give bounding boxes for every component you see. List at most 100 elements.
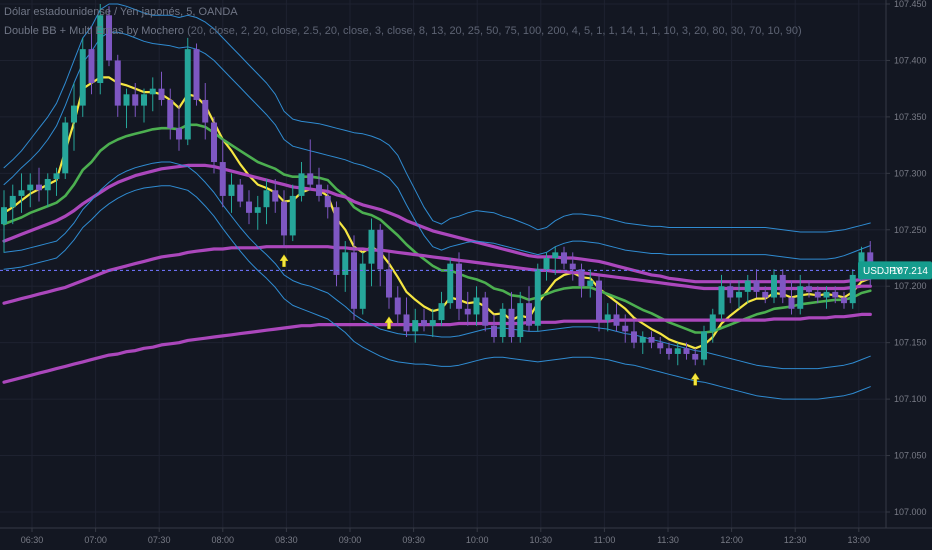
candle-body: [648, 337, 655, 343]
candle-body: [569, 263, 576, 270]
candle-body: [639, 337, 646, 343]
y-tick-label: 107.250: [894, 225, 927, 235]
candle-body: [613, 314, 620, 326]
x-tick-label: 09:00: [339, 535, 362, 545]
candle-body: [552, 252, 559, 258]
y-tick-label: 107.000: [894, 507, 927, 517]
candle-body: [289, 195, 296, 236]
candle-body: [841, 297, 847, 304]
candle-body: [526, 303, 532, 326]
candle-body: [377, 229, 384, 270]
candle-body: [403, 314, 410, 332]
candle-body: [499, 308, 506, 338]
candle-body: [438, 303, 445, 321]
candle-body: [79, 49, 86, 106]
candle-body: [429, 320, 436, 326]
candle-body: [788, 297, 795, 309]
candle-body: [508, 308, 515, 338]
x-tick-label: 08:00: [212, 535, 235, 545]
candle-body: [683, 348, 690, 354]
candle-body: [421, 320, 427, 326]
candle-body: [237, 184, 244, 202]
candle-body: [123, 94, 130, 106]
candle-body: [561, 252, 567, 264]
indicator-params: (20, close, 2, 20, close, 2.5, 20, close…: [187, 25, 802, 37]
price-tag-value: 107.214: [892, 266, 929, 277]
candle-body: [254, 207, 261, 213]
candle-body: [18, 190, 25, 196]
candle-body: [473, 297, 480, 315]
candle-body: [814, 291, 821, 298]
candle-body: [298, 173, 305, 196]
candle-body: [464, 308, 471, 315]
candle-body: [744, 280, 751, 292]
candle-body: [53, 173, 60, 179]
candle-body: [701, 331, 707, 360]
candle-body: [604, 314, 611, 321]
candle-body: [202, 99, 209, 123]
indicator-legend[interactable]: Double BB + Multi Emas by Mochero (20, c…: [4, 22, 802, 41]
candle-body: [657, 342, 664, 349]
x-tick-label: 12:30: [784, 535, 807, 545]
candle-body: [534, 269, 541, 326]
y-tick-label: 107.050: [894, 451, 927, 461]
candle-body: [158, 88, 165, 100]
candle-body: [543, 258, 550, 270]
candle-body: [412, 320, 419, 332]
candle-body: [307, 173, 314, 185]
x-tick-label: 09:30: [402, 535, 425, 545]
x-tick-label: 10:00: [466, 535, 489, 545]
candle-body: [849, 274, 856, 304]
candle-body: [394, 297, 401, 315]
candle-body: [342, 252, 349, 275]
candle-body: [27, 184, 34, 191]
y-tick-label: 107.150: [894, 338, 927, 348]
x-tick-label: 12:00: [720, 535, 743, 545]
candle-body: [149, 88, 156, 95]
candle-body: [806, 286, 812, 292]
candle-body: [141, 94, 147, 106]
candle-body: [666, 348, 672, 354]
x-tick-label: 11:30: [657, 535, 679, 545]
candle-body: [771, 274, 777, 298]
chart-legend: Dólar estadounidense / Yen japonés, 5, O…: [4, 3, 802, 41]
candle-body: [578, 269, 585, 287]
candle-body: [718, 286, 725, 315]
candle-body: [167, 99, 174, 129]
x-tick-label: 07:30: [148, 535, 171, 545]
chart-background: [0, 0, 932, 550]
candle-body: [832, 291, 839, 298]
price-chart[interactable]: 107.450 107.400 107.350 107.300 107.250 107.2…: [0, 0, 932, 550]
candle-body: [228, 184, 235, 196]
candle-body: [184, 49, 191, 140]
candle-body: [219, 162, 226, 196]
candle-body: [631, 331, 637, 343]
candle-body: [823, 291, 830, 298]
candle-body: [88, 49, 95, 84]
candle-body: [674, 348, 681, 354]
candle-body: [727, 286, 734, 298]
symbol-title[interactable]: Dólar estadounidense / Yen japonés, 5, O…: [4, 3, 802, 22]
candle-body: [193, 49, 200, 100]
x-tick-label: 07:00: [84, 535, 107, 545]
candle-body: [44, 178, 51, 191]
candle-body: [114, 60, 121, 106]
price-tag: USDJPY 107.214: [858, 261, 932, 280]
x-tick-label: 11:00: [593, 535, 615, 545]
x-tick-label: 13:00: [848, 535, 871, 545]
candle-body: [736, 291, 742, 298]
candle-body: [779, 274, 786, 298]
x-tick-label: 10:30: [530, 535, 553, 545]
candle-body: [316, 184, 322, 196]
candle-body: [622, 325, 629, 332]
candle-body: [272, 190, 279, 202]
candle-body: [587, 280, 594, 287]
y-tick-label: 107.450: [894, 0, 927, 9]
candle-body: [324, 195, 331, 208]
candle-body: [482, 297, 489, 326]
candle-body: [62, 122, 69, 174]
candle-body: [71, 105, 77, 123]
candle-body: [9, 195, 16, 208]
candle-body: [709, 314, 716, 332]
indicator-name: Double BB + Multi Emas by Mochero: [4, 25, 185, 37]
